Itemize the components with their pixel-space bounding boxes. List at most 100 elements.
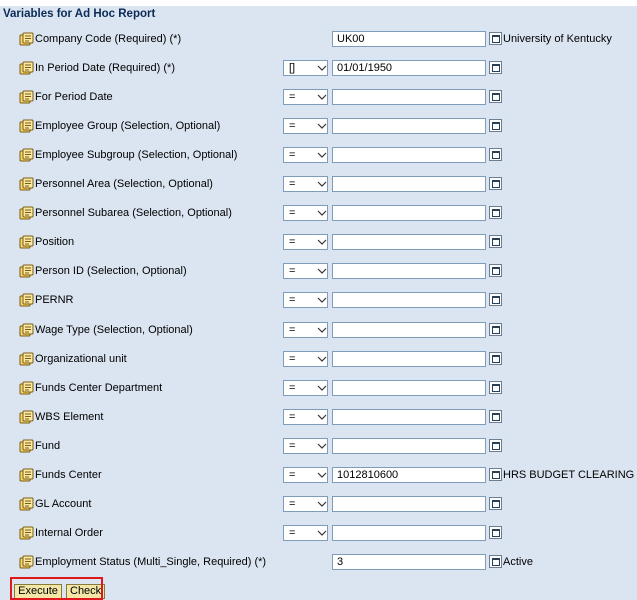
operator-select[interactable]: = bbox=[283, 438, 328, 454]
execute-button[interactable]: Execute bbox=[14, 584, 62, 599]
operator-value: = bbox=[289, 469, 296, 481]
value-input[interactable] bbox=[332, 409, 486, 425]
variable-row: GL Account = bbox=[0, 496, 637, 514]
operator-value: = bbox=[289, 178, 296, 190]
operator-select[interactable]: = bbox=[283, 263, 328, 279]
operator-select[interactable]: = bbox=[283, 496, 328, 512]
operator-select[interactable]: = bbox=[283, 322, 328, 338]
variable-icon bbox=[19, 148, 34, 162]
chevron-down-icon bbox=[317, 499, 327, 509]
variable-icon bbox=[19, 235, 34, 249]
value-input[interactable] bbox=[332, 118, 486, 134]
variable-label: Employee Group (Selection, Optional) bbox=[35, 120, 221, 132]
value-help-icon[interactable] bbox=[489, 293, 502, 306]
value-help-icon[interactable] bbox=[489, 32, 502, 45]
chevron-down-icon bbox=[317, 179, 327, 189]
variable-row: Person ID (Selection, Optional) = bbox=[0, 263, 637, 281]
variable-icon bbox=[19, 90, 34, 104]
variable-label: Personnel Subarea (Selection, Optional) bbox=[35, 207, 232, 219]
variable-row: Employee Subgroup (Selection, Optional) = bbox=[0, 147, 637, 165]
variable-icon bbox=[19, 264, 34, 278]
value-help-icon[interactable] bbox=[489, 61, 502, 74]
variable-icon bbox=[19, 61, 34, 75]
panel-title: Variables for Ad Hoc Report bbox=[3, 8, 156, 20]
operator-select[interactable]: = bbox=[283, 380, 328, 396]
value-input[interactable] bbox=[332, 380, 486, 396]
operator-select[interactable]: = bbox=[283, 409, 328, 425]
operator-value: = bbox=[289, 265, 296, 277]
value-help-icon[interactable] bbox=[489, 381, 502, 394]
operator-select[interactable]: = bbox=[283, 205, 328, 221]
variable-row: PERNR = bbox=[0, 292, 637, 310]
variable-label: Funds Center bbox=[35, 469, 102, 481]
variable-row: Funds Center Department = bbox=[0, 380, 637, 398]
value-help-icon[interactable] bbox=[489, 526, 502, 539]
chevron-down-icon bbox=[317, 92, 327, 102]
value-input[interactable] bbox=[332, 496, 486, 512]
variable-label: For Period Date bbox=[35, 91, 113, 103]
operator-select[interactable]: = bbox=[283, 89, 328, 105]
variable-icon bbox=[19, 526, 34, 540]
chevron-down-icon bbox=[317, 412, 327, 422]
operator-select[interactable]: = bbox=[283, 176, 328, 192]
value-description: University of Kentucky bbox=[503, 33, 612, 45]
value-help-icon[interactable] bbox=[489, 206, 502, 219]
value-input[interactable]: 01/01/1950 bbox=[332, 60, 486, 76]
value-input[interactable] bbox=[332, 263, 486, 279]
value-help-icon[interactable] bbox=[489, 264, 502, 277]
operator-select[interactable]: = bbox=[283, 234, 328, 250]
variable-label: Organizational unit bbox=[35, 353, 127, 365]
value-input[interactable] bbox=[332, 351, 486, 367]
variable-icon bbox=[19, 555, 34, 569]
value-help-icon[interactable] bbox=[489, 555, 502, 568]
value-input[interactable] bbox=[332, 438, 486, 454]
value-help-icon[interactable] bbox=[489, 148, 502, 161]
value-help-icon[interactable] bbox=[489, 468, 502, 481]
value-input[interactable] bbox=[332, 205, 486, 221]
value-input[interactable] bbox=[332, 176, 486, 192]
value-input[interactable] bbox=[332, 89, 486, 105]
value-help-icon[interactable] bbox=[489, 410, 502, 423]
variable-icon bbox=[19, 410, 34, 424]
value-input[interactable]: 1012810600 bbox=[332, 467, 486, 483]
operator-select[interactable]: = bbox=[283, 525, 328, 541]
operator-value: = bbox=[289, 149, 296, 161]
check-button[interactable]: Check bbox=[66, 584, 105, 599]
variable-row: Fund = bbox=[0, 438, 637, 456]
value-help-icon[interactable] bbox=[489, 323, 502, 336]
operator-value: [] bbox=[289, 62, 296, 74]
value-input[interactable] bbox=[332, 234, 486, 250]
value-input[interactable] bbox=[332, 292, 486, 308]
variable-row: For Period Date = bbox=[0, 89, 637, 107]
operator-select[interactable]: = bbox=[283, 467, 328, 483]
value-input[interactable]: UK00 bbox=[332, 31, 486, 47]
chevron-down-icon bbox=[317, 295, 327, 305]
value-input[interactable] bbox=[332, 525, 486, 541]
value-help-icon[interactable] bbox=[489, 177, 502, 190]
value-help-icon[interactable] bbox=[489, 439, 502, 452]
operator-select[interactable]: = bbox=[283, 351, 328, 367]
variable-label: Company Code (Required) (*) bbox=[35, 33, 182, 45]
variable-row: Organizational unit = bbox=[0, 351, 637, 369]
value-help-icon[interactable] bbox=[489, 90, 502, 103]
variable-row: Personnel Area (Selection, Optional) = bbox=[0, 176, 637, 194]
value-input[interactable]: 3 bbox=[332, 554, 486, 570]
operator-value: = bbox=[289, 440, 296, 452]
chevron-down-icon bbox=[317, 383, 327, 393]
operator-select[interactable]: = bbox=[283, 118, 328, 134]
operator-value: = bbox=[289, 294, 296, 306]
value-help-icon[interactable] bbox=[489, 352, 502, 365]
operator-value: = bbox=[289, 498, 296, 510]
value-input[interactable] bbox=[332, 322, 486, 338]
value-help-icon[interactable] bbox=[489, 497, 502, 510]
value-help-icon[interactable] bbox=[489, 119, 502, 132]
chevron-down-icon bbox=[317, 266, 327, 276]
operator-select[interactable]: [] bbox=[283, 60, 328, 76]
operator-select[interactable]: = bbox=[283, 292, 328, 308]
operator-value: = bbox=[289, 91, 296, 103]
variable-label: Wage Type (Selection, Optional) bbox=[35, 324, 193, 336]
value-input[interactable] bbox=[332, 147, 486, 163]
value-help-icon[interactable] bbox=[489, 235, 502, 248]
operator-select[interactable]: = bbox=[283, 147, 328, 163]
chevron-down-icon bbox=[317, 325, 327, 335]
